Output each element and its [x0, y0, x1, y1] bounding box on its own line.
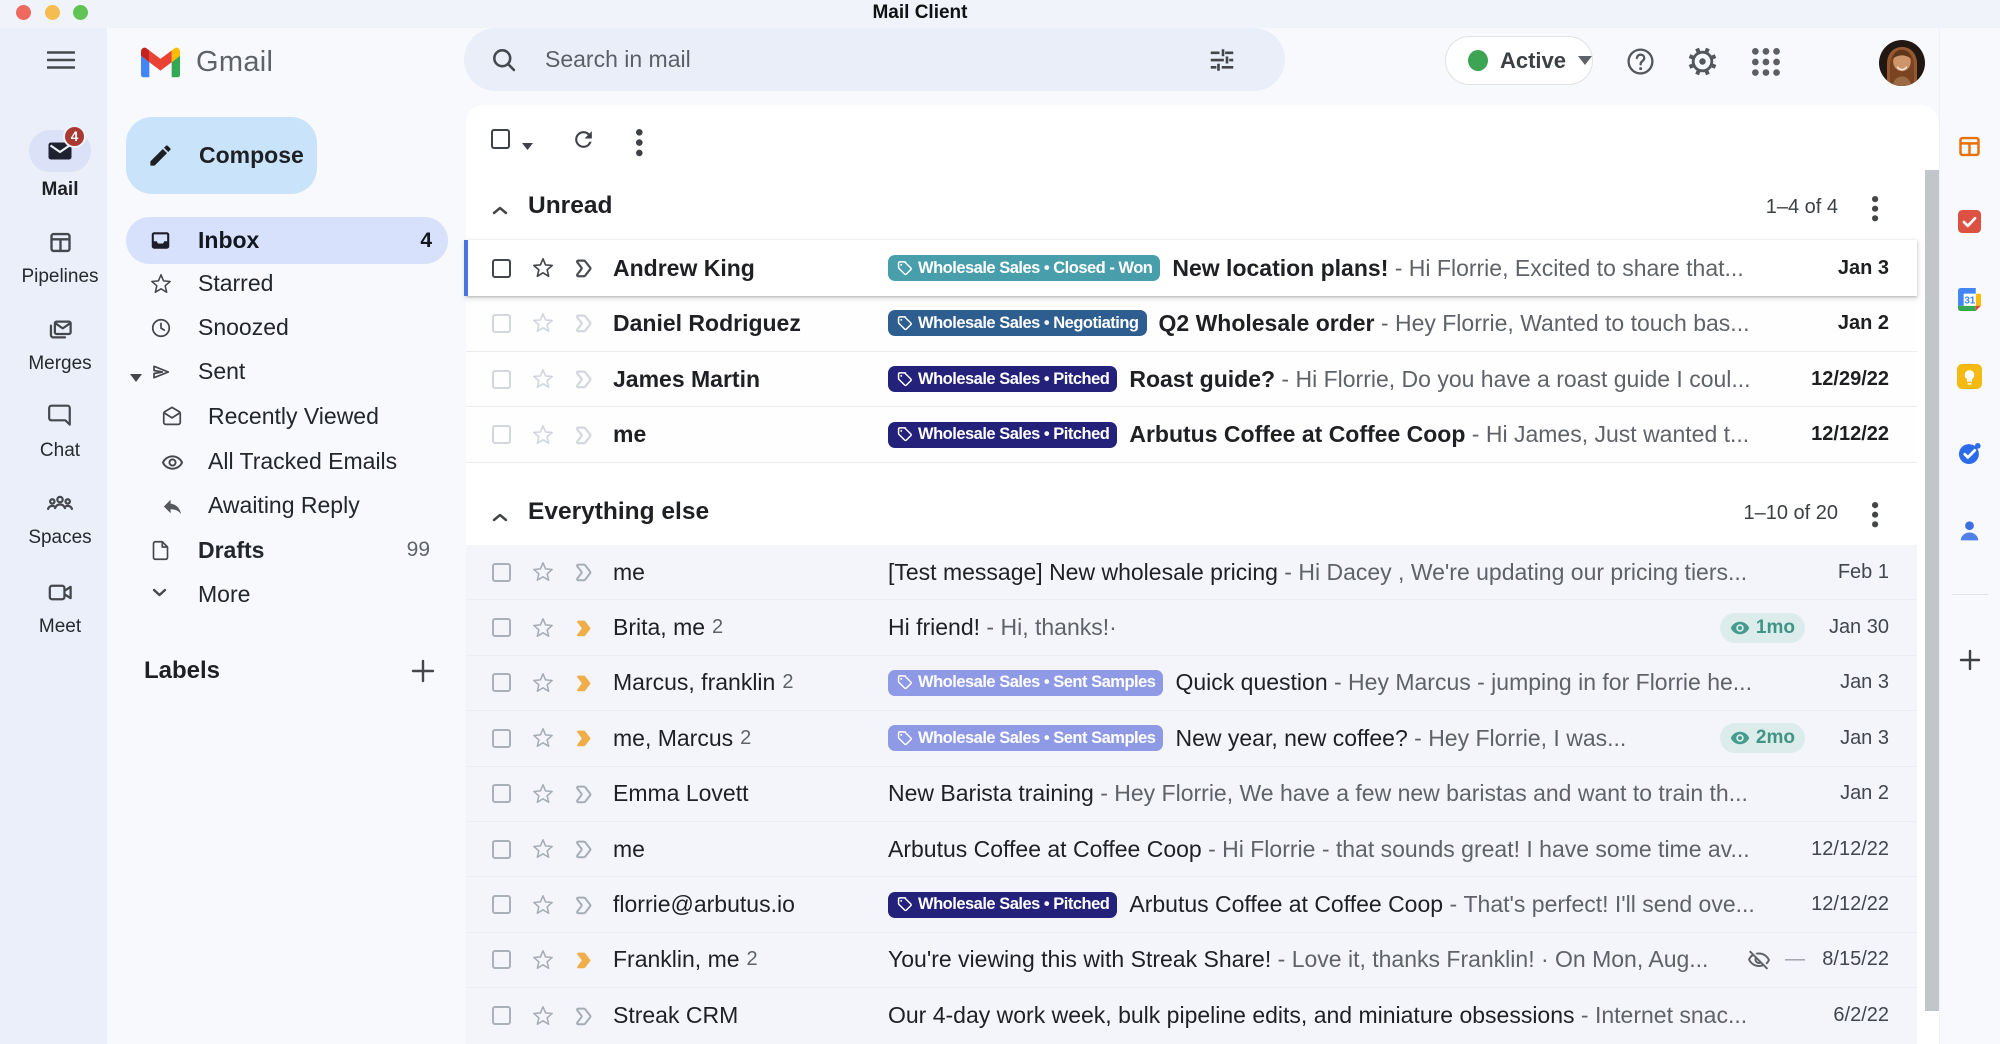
svg-text:31: 31 — [1964, 295, 1975, 306]
